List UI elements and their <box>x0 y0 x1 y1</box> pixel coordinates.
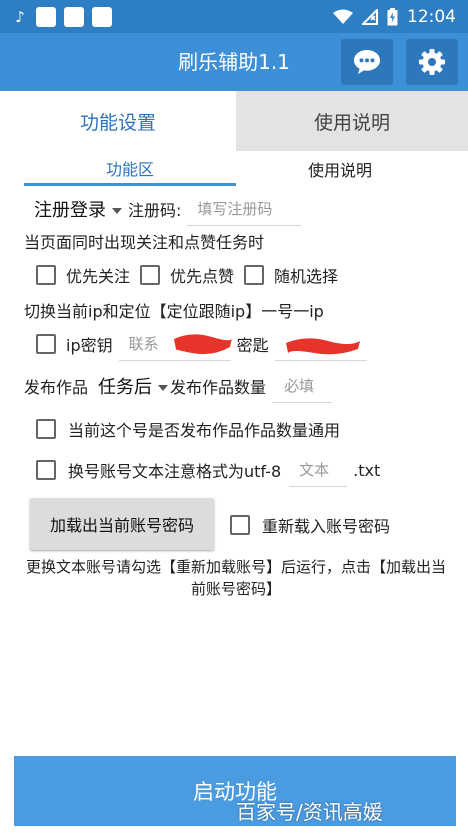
text-extension-label: .txt <box>353 460 381 480</box>
gear-icon <box>419 49 445 75</box>
subtab-function-area[interactable]: 功能区 <box>24 152 236 186</box>
notification-square-icon <box>92 6 112 27</box>
task-options-row: 优先关注 优先点赞 随机选择 <box>24 262 338 288</box>
tab-instructions[interactable]: 使用说明 <box>236 91 468 151</box>
publish-mode-dropdown[interactable]: 任务后 <box>98 370 169 402</box>
start-button[interactable]: 启动功能 <box>14 756 456 826</box>
switch-account-row: 换号账号文本注意格式为utf-8 文本 .txt <box>24 453 380 487</box>
login-mode-dropdown[interactable]: 注册登录 <box>24 193 122 225</box>
task-prompt: 当页面同时出现关注和点赞任务时 <box>24 229 264 253</box>
app-bar: 刷乐辅助1.1 <box>0 33 468 91</box>
settings-button[interactable] <box>406 39 458 85</box>
main-tabs: 功能设置 使用说明 <box>0 91 468 151</box>
ip-key-label: ip密钥 <box>66 336 113 355</box>
watermark: 百家号/资讯高媛 <box>236 800 383 824</box>
password-label: 密匙 <box>236 336 269 355</box>
dropdown-arrow-icon <box>158 385 169 391</box>
sub-tabs: 功能区 使用说明 <box>24 152 444 186</box>
switch-account-label: 换号账号文本注意格式为utf-8 <box>68 462 282 481</box>
random-select-label: 随机选择 <box>274 267 339 286</box>
random-select-checkbox[interactable] <box>244 265 265 285</box>
app-title: 刷乐辅助1.1 <box>178 50 290 74</box>
load-account-button[interactable]: 加载出当前账号密码 <box>30 498 214 550</box>
chat-button[interactable] <box>341 39 393 85</box>
login-mode-value: 注册登录 <box>34 200 106 221</box>
wifi-icon <box>333 9 353 24</box>
priority-follow-label: 优先关注 <box>66 267 131 286</box>
tiktok-icon: ♪ <box>15 7 25 26</box>
tab-function-settings[interactable]: 功能设置 <box>0 91 236 151</box>
publish-row: 发布作品 任务后 发布作品数量 必填 <box>24 369 333 403</box>
instruction-note: 更换文本账号请勾选【重新加载账号】后运行，点击【加载出当前账号密码】 <box>25 558 446 598</box>
switch-account-checkbox[interactable] <box>36 460 56 480</box>
no-signal-icon <box>362 8 378 25</box>
notification-square-icon <box>36 6 56 27</box>
ip-switch-label: 切换当前ip和定位【定位跟随ip】一号一ip <box>24 302 324 321</box>
reg-code-label: 注册码: <box>128 201 182 220</box>
reg-code-input[interactable]: 填写注册码 <box>187 192 302 226</box>
ip-switch-row: 切换当前ip和定位【定位跟随ip】一号一ip <box>24 298 324 322</box>
publish-common-label: 当前这个号是否发布作品作品数量通用 <box>68 421 341 440</box>
priority-like-checkbox[interactable] <box>140 265 161 285</box>
publish-label: 发布作品 <box>24 378 89 397</box>
publish-count-label: 发布作品数量 <box>170 378 267 397</box>
dropdown-arrow-icon <box>112 208 122 214</box>
publish-count-input[interactable]: 必填 <box>272 369 333 403</box>
task-prompt-label: 当页面同时出现关注和点赞任务时 <box>24 233 265 252</box>
battery-charging-icon <box>387 7 398 25</box>
publish-common-row: 当前这个号是否发布作品作品数量通用 <box>24 416 340 442</box>
redaction-mark <box>286 338 360 355</box>
subtab-instructions[interactable]: 使用说明 <box>236 152 444 186</box>
redaction-mark <box>174 334 232 355</box>
publish-mode-value: 任务后 <box>98 377 153 398</box>
notification-square-icon <box>64 6 84 27</box>
priority-follow-checkbox[interactable] <box>36 265 56 285</box>
reload-account-label: 重新载入账号密码 <box>262 517 391 536</box>
publish-common-checkbox[interactable] <box>36 419 56 439</box>
reload-account-row: 重新载入账号密码 <box>230 512 390 538</box>
ip-switch-checkbox[interactable] <box>36 334 56 354</box>
text-file-input[interactable]: 文本 <box>289 453 348 487</box>
status-bar: ♪ 12:04 <box>0 0 468 33</box>
priority-like-label: 优先点赞 <box>170 267 235 286</box>
chat-bubble-icon <box>354 50 380 74</box>
reload-account-checkbox[interactable] <box>230 515 250 535</box>
clock: 12:04 <box>407 6 456 27</box>
login-row: 注册登录 注册码: 填写注册码 <box>24 192 302 226</box>
